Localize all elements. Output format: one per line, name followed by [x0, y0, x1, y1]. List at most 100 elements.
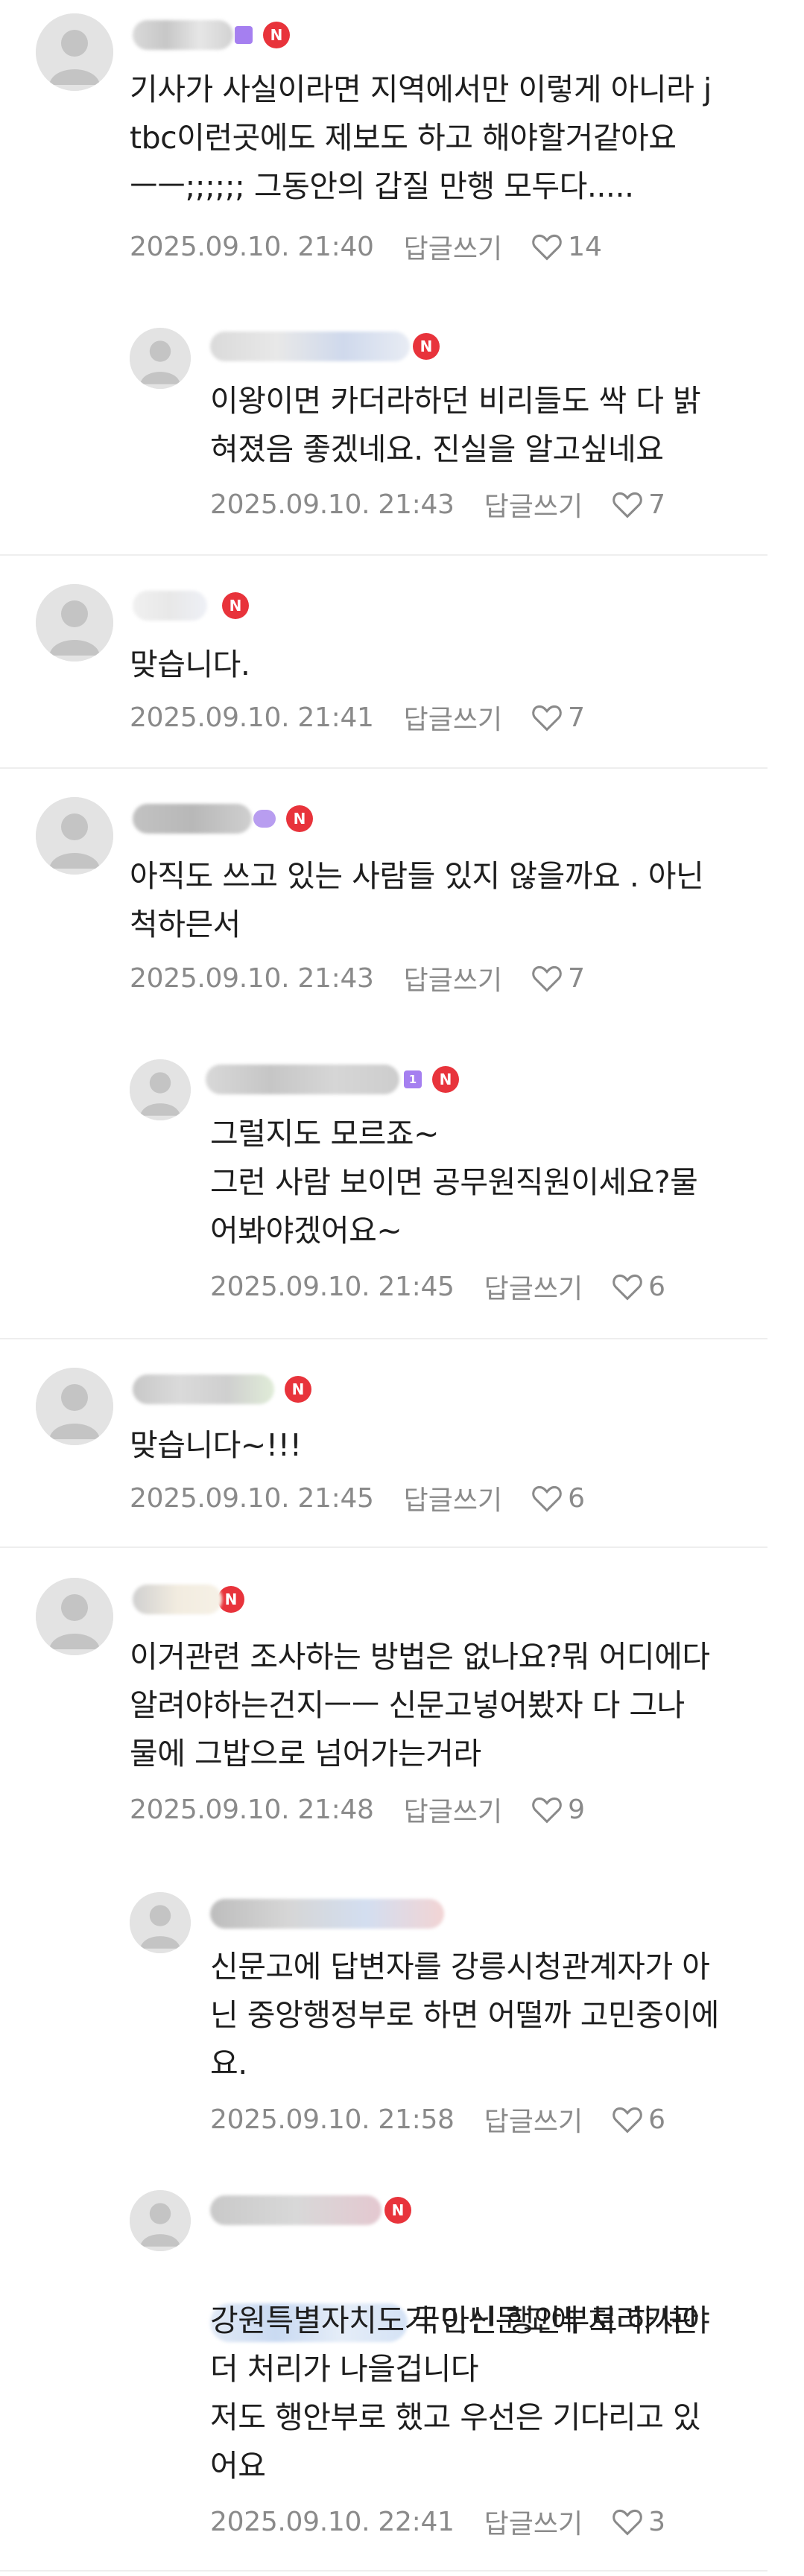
comment-date: 2025.09.10. 21:45: [130, 1482, 374, 1514]
author-row[interactable]: N: [210, 2193, 411, 2227]
like-button[interactable]: 9: [531, 1795, 585, 1825]
author-name-redacted[interactable]: [210, 1899, 444, 1929]
comment-text: 맞습니다.: [130, 647, 250, 682]
author-row[interactable]: N: [133, 1372, 311, 1406]
author-row[interactable]: N: [133, 18, 290, 52]
like-count: 7: [568, 702, 586, 733]
comment-date: 2025.09.10. 21:40: [130, 231, 374, 262]
comment-date: 2025.09.10. 21:48: [130, 1794, 374, 1825]
heart-outline-icon: [532, 705, 562, 732]
reply-button[interactable]: 답글쓰기: [484, 485, 583, 524]
divider: [0, 554, 767, 556]
avatar[interactable]: [36, 13, 113, 91]
heart-outline-icon: [613, 492, 642, 518]
author-row[interactable]: N: [133, 1582, 244, 1617]
like-button[interactable]: 6: [611, 2104, 665, 2135]
divider: [0, 1546, 767, 1548]
avatar[interactable]: [130, 1892, 191, 1953]
author-name-redacted[interactable]: [133, 804, 252, 834]
level-badge: [253, 810, 276, 828]
heart-outline-icon: [532, 1797, 562, 1824]
comment-date: 2025.09.10. 22:41: [210, 2506, 455, 2537]
comment-text: 그럴지도 모르죠~ 그런 사람 보이면 공무원직원이세요?물 어봐야겠어요~: [210, 1116, 698, 1249]
like-button[interactable]: 14: [531, 232, 602, 262]
comment-text: 신문고에 답변자를 강릉시청관계자가 아 닌 중앙행정부로 하면 어떨까 고민중…: [210, 1949, 719, 2081]
comment-date: 2025.09.10. 21:45: [210, 1271, 455, 1302]
reply-button[interactable]: 답글쓰기: [404, 227, 502, 266]
avatar[interactable]: [130, 2190, 191, 2251]
avatar[interactable]: [36, 1578, 113, 1655]
like-button[interactable]: 7: [531, 702, 585, 733]
comment-meta: 2025.09.10. 21:58 답글쓰기 6: [210, 2101, 665, 2138]
heart-outline-icon: [613, 2107, 642, 2134]
default-profile-icon: [36, 797, 113, 875]
author-name-redacted[interactable]: [133, 20, 233, 50]
default-profile-icon: [130, 328, 191, 389]
like-count: 6: [648, 2104, 666, 2135]
reply-button[interactable]: 답글쓰기: [404, 698, 502, 737]
new-badge-icon: N: [384, 2197, 411, 2224]
comment-meta: 2025.09.10. 21:43 답글쓰기 7: [210, 486, 665, 523]
avatar[interactable]: [130, 1059, 191, 1120]
reply-button[interactable]: 답글쓰기: [484, 2502, 583, 2541]
avatar[interactable]: [130, 328, 191, 389]
reply-button[interactable]: 답글쓰기: [404, 1479, 502, 1517]
new-badge-icon: N: [432, 1066, 459, 1093]
avatar[interactable]: [36, 797, 113, 875]
divider: [0, 2570, 767, 2572]
author-name-redacted[interactable]: [210, 331, 410, 361]
new-badge-icon: N: [222, 592, 249, 619]
author-row[interactable]: N: [210, 329, 440, 364]
default-profile-icon: [36, 13, 113, 91]
heart-outline-icon: [613, 2509, 642, 2536]
comment-meta: 2025.09.10. 22:41 답글쓰기 3: [210, 2503, 665, 2540]
comment-date: 2025.09.10. 21:58: [210, 2104, 455, 2135]
author-row[interactable]: N: [133, 589, 249, 623]
comment-meta: 2025.09.10. 21:45 답글쓰기 6: [130, 1479, 585, 1517]
heart-outline-icon: [532, 965, 562, 992]
author-name-redacted[interactable]: [210, 2195, 382, 2225]
like-button[interactable]: 6: [611, 1272, 665, 1302]
new-badge-icon: N: [286, 805, 313, 832]
new-badge-icon: N: [285, 1376, 311, 1403]
like-count: 14: [568, 231, 602, 262]
reply-button[interactable]: 답글쓰기: [404, 959, 502, 997]
default-profile-icon: [130, 2190, 191, 2251]
comment-text: 이거관련 조사하는 방법은 없나요?뭐 어디에다 알려야하는건지ㅡㅡ 신문고넣어…: [130, 1639, 710, 1771]
like-button[interactable]: 7: [531, 963, 585, 994]
divider: [0, 1338, 767, 1339]
default-profile-icon: [36, 584, 113, 662]
heart-outline-icon: [532, 1485, 562, 1512]
level-badge: [235, 26, 253, 44]
comment-meta: 2025.09.10. 21:40 답글쓰기 14: [130, 228, 602, 265]
like-button[interactable]: 6: [531, 1483, 585, 1514]
divider: [0, 767, 767, 769]
author-row[interactable]: N: [133, 802, 313, 836]
comment-text: 강원특별자치도가 아닌 행안부로 하셔야 더 처리가 나을겁니다 저도 행안부로…: [210, 2303, 710, 2484]
like-count: 6: [568, 1482, 586, 1514]
default-profile-icon: [130, 1892, 191, 1953]
like-button[interactable]: 7: [611, 489, 665, 520]
default-profile-icon: [130, 1059, 191, 1120]
author-row[interactable]: 1 N: [206, 1062, 459, 1097]
like-count: 6: [648, 1271, 666, 1302]
avatar[interactable]: [36, 1368, 113, 1445]
comment-meta: 2025.09.10. 21:48 답글쓰기 9: [130, 1791, 585, 1828]
comment-date: 2025.09.10. 21:43: [210, 489, 455, 520]
author-name-redacted[interactable]: [133, 591, 207, 621]
like-button[interactable]: 3: [611, 2507, 665, 2537]
author-name-redacted[interactable]: [133, 1374, 274, 1404]
default-profile-icon: [36, 1368, 113, 1445]
heart-outline-icon: [613, 1274, 642, 1301]
like-count: 9: [568, 1794, 586, 1825]
like-count: 7: [568, 962, 586, 994]
author-name-redacted[interactable]: [206, 1065, 399, 1094]
reply-button[interactable]: 답글쓰기: [404, 1790, 502, 1829]
comment-text: 이왕이면 카더라하던 비리들도 싹 다 밝 혀졌음 좋겠네요. 진실을 알고싶네…: [210, 383, 701, 467]
author-row[interactable]: [210, 1897, 444, 1931]
author-name-redacted[interactable]: [133, 1584, 222, 1614]
comment-text: 아직도 쓰고 있는 사람들 있지 않을까요 . 아닌 척하믄서: [130, 858, 704, 942]
reply-button[interactable]: 답글쓰기: [484, 2100, 583, 2139]
avatar[interactable]: [36, 584, 113, 662]
reply-button[interactable]: 답글쓰기: [484, 1267, 583, 1306]
